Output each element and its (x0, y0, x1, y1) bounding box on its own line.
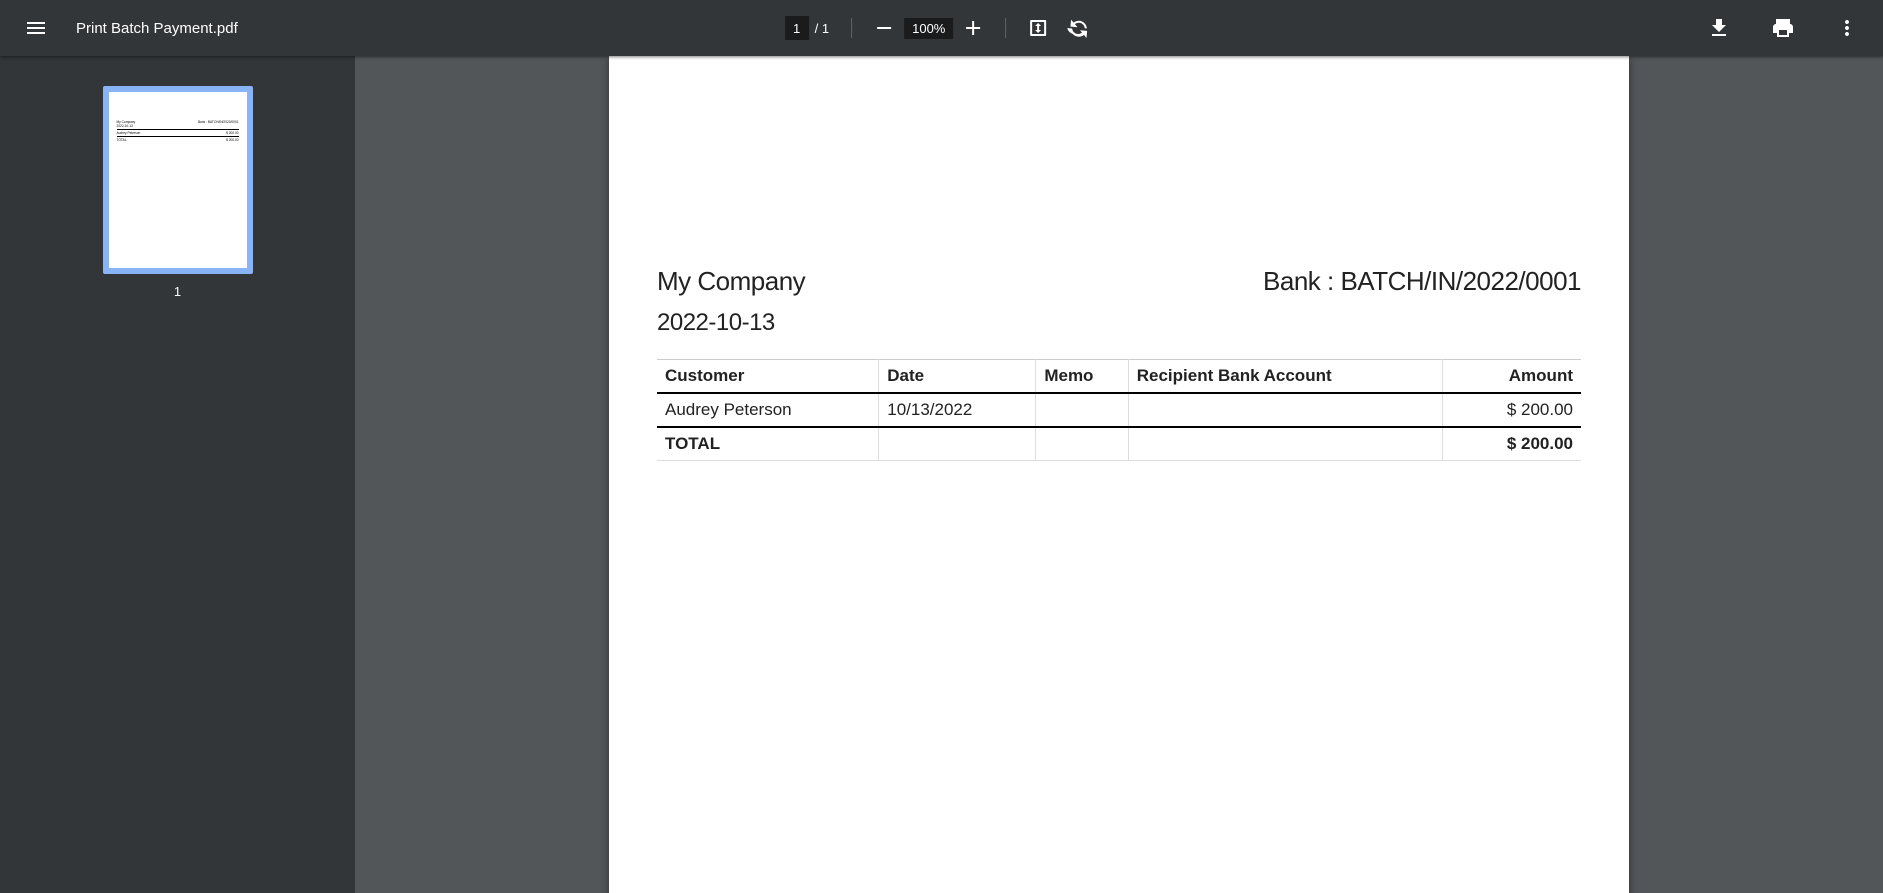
cell-date: 10/13/2022 (879, 393, 1036, 427)
cell-recipient (1128, 393, 1442, 427)
col-recipient: Recipient Bank Account (1128, 360, 1442, 394)
page-viewport[interactable]: My Company Bank : BATCH/IN/2022/0001 202… (355, 56, 1883, 893)
document-date: 2022-10-13 (657, 309, 1581, 337)
col-amount: Amount (1442, 360, 1581, 394)
company-name: My Company (657, 266, 805, 297)
rotate-button[interactable] (1058, 8, 1098, 48)
content-area: My Company Bank : BATCH/IN/2022/0001 2022… (0, 56, 1883, 893)
divider (851, 18, 852, 38)
page-number-input[interactable] (785, 16, 809, 40)
total-label: TOTAL (657, 427, 879, 461)
cell-amount: $ 200.00 (1442, 393, 1581, 427)
fit-page-button[interactable] (1018, 8, 1058, 48)
bank-reference: Bank : BATCH/IN/2022/0001 (1263, 266, 1581, 297)
zoom-level[interactable]: 100% (904, 18, 953, 39)
zoom-in-button[interactable] (953, 8, 993, 48)
col-memo: Memo (1036, 360, 1128, 394)
total-amount: $ 200.00 (1442, 427, 1581, 461)
payments-table: Customer Date Memo Recipient Bank Accoun… (657, 359, 1581, 461)
zoom-out-button[interactable] (864, 8, 904, 48)
thumbnail-sidebar: My CompanyBank : BATCH/IN/2022/0001 2022… (0, 56, 355, 893)
page-total: / 1 (815, 21, 829, 36)
page-thumbnail[interactable]: My CompanyBank : BATCH/IN/2022/0001 2022… (103, 86, 253, 274)
divider (1005, 18, 1006, 38)
table-total-row: TOTAL $ 200.00 (657, 427, 1581, 461)
pdf-toolbar: Print Batch Payment.pdf / 1 100% (0, 0, 1883, 56)
more-menu-button[interactable] (1827, 8, 1867, 48)
col-customer: Customer (657, 360, 879, 394)
col-date: Date (879, 360, 1036, 394)
document-title: Print Batch Payment.pdf (76, 20, 238, 37)
pdf-page: My Company Bank : BATCH/IN/2022/0001 202… (609, 56, 1629, 893)
cell-memo (1036, 393, 1128, 427)
table-header-row: Customer Date Memo Recipient Bank Accoun… (657, 360, 1581, 394)
print-button[interactable] (1763, 8, 1803, 48)
download-button[interactable] (1699, 8, 1739, 48)
cell-customer: Audrey Peterson (657, 393, 879, 427)
thumbnail-page-number: 1 (174, 284, 181, 299)
table-row: Audrey Peterson 10/13/2022 $ 200.00 (657, 393, 1581, 427)
menu-icon[interactable] (16, 8, 56, 48)
